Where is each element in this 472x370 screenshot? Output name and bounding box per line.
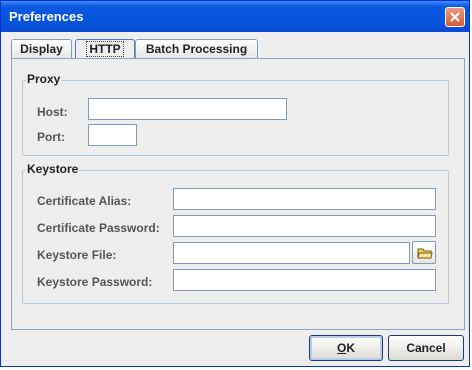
tab-display[interactable]: Display (11, 39, 72, 59)
certificate-alias-label: Certificate Alias: (37, 194, 132, 208)
ok-button-label: OK (336, 341, 355, 355)
tab-display-label: Display (20, 42, 63, 56)
keystore-file-label: Keystore File: (37, 248, 117, 262)
window-title: Preferences (9, 9, 84, 24)
keystore-group: Keystore Certificate Alias: Certificate … (22, 162, 449, 304)
keystore-file-input[interactable] (173, 242, 410, 264)
tab-batch-processing-label: Batch Processing (145, 42, 248, 56)
proxy-group-title: Proxy (26, 72, 62, 86)
keystore-group-title: Keystore (26, 162, 80, 176)
host-input[interactable] (88, 98, 287, 120)
preferences-dialog: Preferences Display HTTP Batch Processin… (0, 0, 470, 367)
tab-http[interactable]: HTTP (75, 39, 135, 59)
port-input[interactable] (88, 124, 137, 146)
tab-batch-processing[interactable]: Batch Processing (135, 39, 258, 59)
browse-keystore-button[interactable] (412, 241, 436, 264)
ok-button[interactable]: OK (309, 335, 383, 361)
certificate-password-input[interactable] (173, 215, 436, 237)
proxy-group: Proxy Host: Port: (22, 72, 449, 156)
title-bar[interactable]: Preferences (1, 1, 469, 32)
http-tab-panel: Proxy Host: Port: Keystore Certificate A… (11, 58, 465, 330)
port-label: Port: (37, 130, 65, 144)
close-icon (450, 12, 460, 22)
cancel-button-label: Cancel (406, 341, 446, 355)
tab-http-label: HTTP (86, 41, 124, 57)
keystore-password-label: Keystore Password: (37, 275, 153, 289)
folder-icon (417, 248, 433, 259)
host-label: Host: (37, 105, 68, 119)
certificate-alias-input[interactable] (173, 188, 436, 210)
close-button[interactable] (445, 7, 465, 27)
certificate-password-label: Certificate Password: (37, 221, 160, 235)
keystore-password-input[interactable] (173, 269, 436, 291)
cancel-button[interactable]: Cancel (388, 335, 464, 361)
